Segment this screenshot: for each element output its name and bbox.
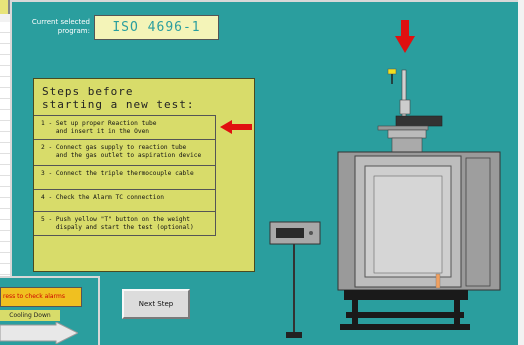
arrow-left-icon [220,120,252,134]
step-item-3: 3 - Connect the triple thermocouple cabl… [34,165,216,189]
program-label: Current selected program: [31,18,90,35]
steps-title: Steps before starting a new test: [42,85,195,111]
check-alarms-button[interactable]: ress to check alarms [0,287,82,307]
step-item-5: 5 - Push yellow "T" button on the weight… [34,211,216,236]
furnace-apparatus [269,68,501,338]
step-item-2: 2 - Connect gas supply to reaction tube … [34,139,216,165]
weight-display [269,221,321,338]
arrow-right-icon [0,322,78,344]
background-tab [0,0,10,14]
steps-panel: Steps before starting a new test: 1 - Se… [33,78,255,272]
step-item-4: 4 - Check the Alarm TC connection [34,189,216,211]
right-edge [518,0,524,345]
reaction-tube [377,68,443,153]
next-step-button[interactable]: Next Step [122,289,190,319]
oven-body [337,151,501,291]
arrow-down-icon [395,20,415,53]
status-label: Cooling Down [0,310,60,321]
step-item-1: 1 - Set up proper Reaction tube and inse… [34,115,216,139]
oven-stand [340,290,470,330]
status-popup: ress to check alarms Cooling Down [0,276,100,345]
program-display: ISO 4696-1 [94,15,219,40]
